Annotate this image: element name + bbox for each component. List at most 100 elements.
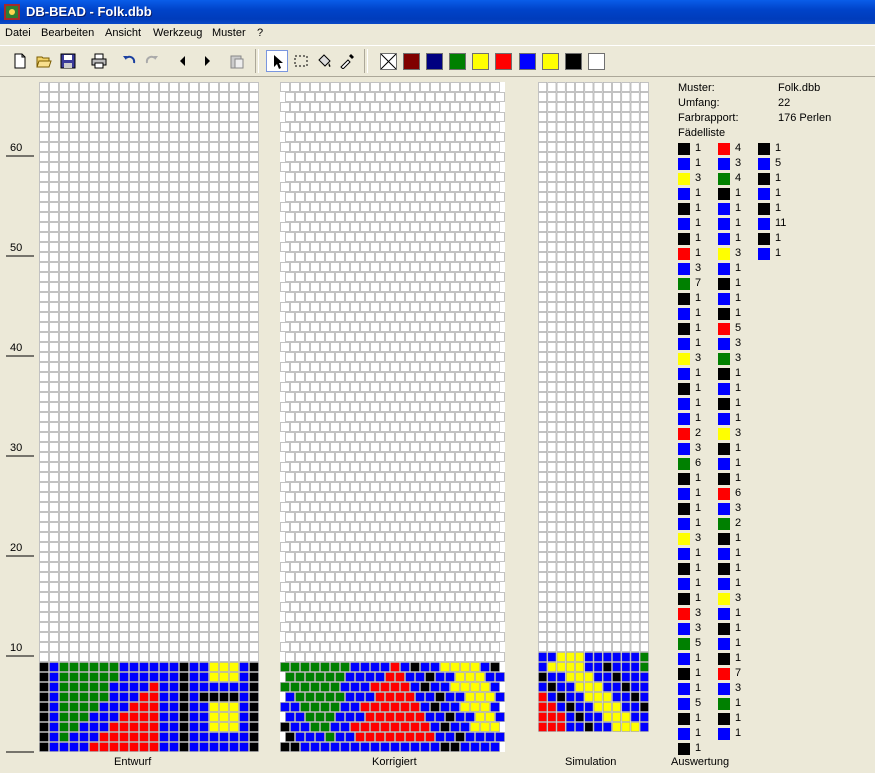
paste-button[interactable] xyxy=(226,50,248,72)
palette-swatch[interactable] xyxy=(472,53,490,70)
simulation-label[interactable]: Simulation xyxy=(565,756,616,768)
bead-count: 1 xyxy=(735,577,742,589)
korrigiert-label[interactable]: Korrigiert xyxy=(372,756,417,768)
bead-cell xyxy=(365,712,375,722)
bead-cell xyxy=(410,742,420,752)
bead-cell xyxy=(119,652,129,662)
bead-cell xyxy=(159,742,169,752)
bead-cell xyxy=(435,192,445,202)
bead-cell xyxy=(593,672,603,682)
bead-cell xyxy=(335,532,345,542)
palette-swatch[interactable] xyxy=(587,53,605,70)
next-button[interactable] xyxy=(196,50,218,72)
bead-cell xyxy=(575,122,585,132)
palette-swatch[interactable] xyxy=(564,53,582,70)
bead-cell xyxy=(621,112,631,122)
bead-cell xyxy=(538,672,548,682)
bead-cell xyxy=(219,362,229,372)
bead-cell xyxy=(465,272,475,282)
ruler-ticks xyxy=(6,155,34,753)
menu-ansicht[interactable]: Ansicht xyxy=(105,27,141,39)
bead-cell xyxy=(209,682,219,692)
bead-cell xyxy=(400,422,410,432)
faedelliste-list: 1131111137111131111236111131111335111511… xyxy=(678,142,868,763)
bead-cell xyxy=(410,382,420,392)
print-button[interactable] xyxy=(88,50,110,72)
bead-cell xyxy=(450,682,460,692)
bead-cell xyxy=(360,82,370,92)
bead-cell xyxy=(149,492,159,502)
palette-swatch[interactable] xyxy=(518,53,536,70)
new-file-button[interactable] xyxy=(9,50,31,72)
palette-swatch[interactable] xyxy=(403,53,420,70)
bead-cell xyxy=(365,292,375,302)
bead-cell xyxy=(400,542,410,552)
bead-cell xyxy=(290,262,300,272)
bead-cell xyxy=(159,512,169,522)
bead-cell xyxy=(249,192,259,202)
palette-swatch[interactable] xyxy=(449,53,467,70)
bead-cell xyxy=(602,722,612,732)
bead-cell xyxy=(310,222,320,232)
redo-button[interactable] xyxy=(141,50,163,72)
bead-cell xyxy=(39,422,49,432)
bead-cell xyxy=(89,412,99,422)
bead-cell xyxy=(584,352,594,362)
bead-cell xyxy=(89,732,99,742)
menu-datei[interactable]: Datei xyxy=(5,27,31,39)
bead-cell xyxy=(450,602,460,612)
bead-cell xyxy=(99,692,109,702)
bead-cell xyxy=(390,102,400,112)
entwurf-label[interactable]: Entwurf xyxy=(114,756,151,768)
menu-muster[interactable]: Muster xyxy=(212,27,246,39)
bead-cell xyxy=(340,462,350,472)
color-picker-tool-button[interactable] xyxy=(336,50,358,72)
bead-cell xyxy=(370,82,380,92)
menu-bearbeiten[interactable]: Bearbeiten xyxy=(41,27,94,39)
pointer-tool-button[interactable] xyxy=(266,50,288,72)
undo-button[interactable] xyxy=(118,50,140,72)
bead-cell xyxy=(556,702,566,712)
bead-cell xyxy=(405,92,415,102)
bead-cell xyxy=(189,92,199,102)
select-tool-button[interactable] xyxy=(290,50,312,72)
entwurf-grid[interactable] xyxy=(39,82,260,753)
previous-button[interactable] xyxy=(172,50,194,72)
korrigiert-grid[interactable] xyxy=(280,82,512,753)
bead-cell xyxy=(450,462,460,472)
bead-cell xyxy=(612,102,622,112)
bead-cell xyxy=(49,302,59,312)
bead-cell xyxy=(280,142,290,152)
bead-count: 5 xyxy=(735,322,742,334)
palette-no-color[interactable] xyxy=(380,53,397,70)
bead-cell xyxy=(49,572,59,582)
palette-swatch[interactable] xyxy=(495,53,513,70)
color-swatch xyxy=(678,368,690,380)
simulation-grid[interactable] xyxy=(538,82,655,733)
bead-cell xyxy=(547,162,557,172)
bead-cell xyxy=(495,532,505,542)
bead-cell xyxy=(99,482,109,492)
save-button[interactable] xyxy=(57,50,79,72)
menu-werkzeug[interactable]: Werkzeug xyxy=(153,27,202,39)
bead-cell xyxy=(239,232,249,242)
palette-swatch[interactable] xyxy=(541,53,559,70)
bead-cell xyxy=(602,602,612,612)
fill-tool-button[interactable] xyxy=(313,50,335,72)
bead-cell xyxy=(69,572,79,582)
bead-cell xyxy=(239,402,249,412)
bead-cell xyxy=(149,422,159,432)
menu-help[interactable]: ? xyxy=(257,27,263,39)
bead-cell xyxy=(285,652,295,662)
bead-cell xyxy=(169,732,179,742)
bead-cell xyxy=(612,552,622,562)
open-file-button[interactable] xyxy=(33,50,55,72)
bead-cell xyxy=(189,662,199,672)
bead-cell xyxy=(305,312,315,322)
bead-cell xyxy=(290,522,300,532)
bead-cell xyxy=(209,532,219,542)
palette-swatch[interactable] xyxy=(426,53,444,70)
bead-cell xyxy=(565,632,575,642)
bead-cell xyxy=(149,92,159,102)
bead-cell xyxy=(360,322,370,332)
